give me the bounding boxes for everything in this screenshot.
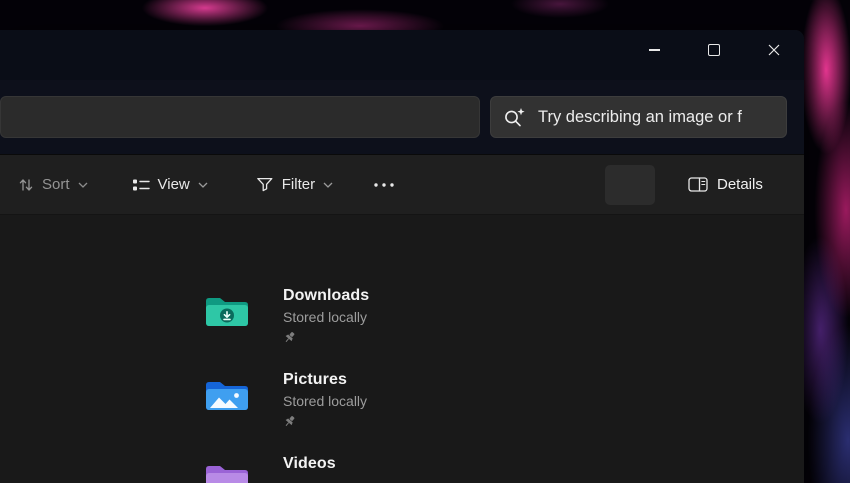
search-input[interactable]: Try describing an image or f bbox=[490, 96, 787, 138]
sort-label: Sort bbox=[42, 176, 70, 193]
view-label: View bbox=[158, 176, 190, 193]
downloads-folder-icon bbox=[203, 293, 251, 331]
filter-label: Filter bbox=[282, 176, 315, 193]
search-placeholder: Try describing an image or f bbox=[538, 108, 742, 127]
list-item-pictures[interactable]: Pictures Stored locally bbox=[203, 369, 369, 439]
sort-icon bbox=[18, 177, 34, 193]
file-status: Stored locally bbox=[283, 393, 367, 409]
more-options-button[interactable] bbox=[373, 182, 395, 188]
file-explorer-window: Try describing an image or f Sort View bbox=[0, 30, 804, 483]
minimize-button[interactable] bbox=[624, 30, 684, 70]
pictures-folder-icon bbox=[203, 377, 251, 415]
address-row: Try describing an image or f bbox=[0, 80, 804, 154]
pin-icon bbox=[283, 415, 296, 428]
more-icon bbox=[373, 182, 395, 188]
file-status bbox=[283, 477, 336, 483]
filter-button[interactable]: Filter bbox=[256, 176, 333, 193]
details-icon bbox=[688, 177, 708, 192]
file-list: Downloads Stored locally bbox=[203, 285, 369, 483]
file-name: Downloads bbox=[283, 287, 369, 305]
sort-button[interactable]: Sort bbox=[18, 176, 88, 193]
chevron-down-icon bbox=[198, 182, 208, 188]
command-toolbar: Sort View Filter bbox=[0, 154, 804, 215]
file-name: Pictures bbox=[283, 371, 367, 389]
close-button[interactable] bbox=[744, 30, 804, 70]
file-status: Stored locally bbox=[283, 309, 369, 325]
details-button[interactable]: Details bbox=[682, 155, 769, 214]
list-item-videos[interactable]: Videos bbox=[203, 453, 369, 483]
file-list-area: Downloads Stored locally bbox=[0, 215, 804, 483]
videos-folder-icon bbox=[203, 461, 251, 483]
address-bar[interactable] bbox=[0, 96, 480, 138]
maximize-icon bbox=[708, 44, 720, 56]
close-icon bbox=[768, 44, 780, 56]
window-controls bbox=[624, 30, 804, 70]
view-icon bbox=[132, 178, 150, 192]
view-button[interactable]: View bbox=[132, 176, 208, 193]
titlebar[interactable] bbox=[0, 30, 804, 80]
chevron-down-icon bbox=[78, 182, 88, 188]
list-item-downloads[interactable]: Downloads Stored locally bbox=[203, 285, 369, 355]
details-label: Details bbox=[717, 176, 763, 193]
chevron-down-icon bbox=[323, 182, 333, 188]
file-name: Videos bbox=[283, 455, 336, 473]
filter-icon bbox=[256, 177, 274, 192]
toolbar-toggle-button[interactable] bbox=[605, 165, 655, 205]
maximize-button[interactable] bbox=[684, 30, 744, 70]
pin-icon bbox=[283, 331, 296, 344]
minimize-icon bbox=[649, 49, 660, 50]
ai-search-icon bbox=[503, 107, 526, 128]
